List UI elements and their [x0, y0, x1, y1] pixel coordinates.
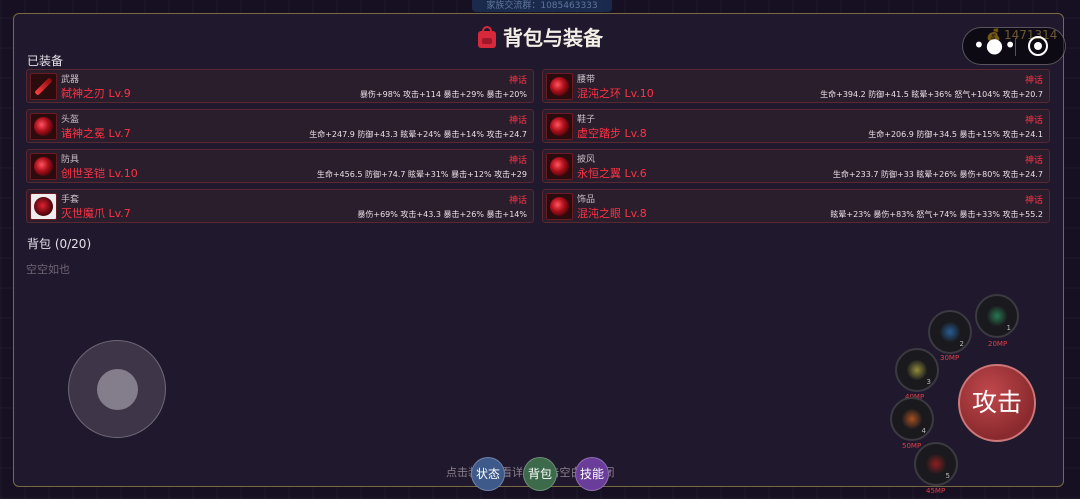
skill-mp-cost: 45MP [926, 487, 946, 495]
joystick-knob[interactable] [97, 369, 138, 410]
skill-icon [902, 409, 922, 429]
equipment-rarity: 神话 [1024, 116, 1043, 126]
equipment-stats: 生命+233.7 防御+33 眩晕+26% 暴伤+80% 攻击+24.7 [832, 170, 1043, 179]
equipment-rarity: 神话 [508, 156, 527, 166]
equipment-name: 创世圣铠 Lv.10 [61, 167, 138, 180]
cape-icon [546, 153, 573, 180]
equipment-rarity: 神话 [1024, 156, 1043, 166]
skill-mp-cost: 20MP [988, 340, 1008, 348]
equipment-name: 弑神之刃 Lv.9 [61, 87, 131, 100]
blade-icon [30, 73, 57, 100]
equipment-name: 虚空踏步 Lv.8 [577, 127, 647, 140]
helmet-icon [30, 113, 57, 140]
boots-icon [546, 113, 573, 140]
equipment-stats: 暴伤+69% 攻击+43.3 暴击+26% 暴击+14% [357, 210, 527, 219]
tab-backpack[interactable]: 背包 [523, 457, 557, 491]
equipment-stats: 生命+206.9 防御+34.5 暴击+15% 攻击+24.1 [868, 130, 1043, 139]
equipment-slot[interactable]: 披风永恒之翼 Lv.6 神话生命+233.7 防御+33 眩晕+26% 暴伤+80… [542, 149, 1050, 183]
skill-number: 3 [926, 378, 931, 386]
equipment-rarity: 神话 [1024, 196, 1043, 206]
skill-button-4[interactable]: 4 [890, 397, 934, 441]
equipment-name: 混沌之环 Lv.10 [577, 87, 654, 100]
equipment-stats: 生命+247.9 防御+43.3 眩晕+24% 暴击+14% 攻击+24.7 [309, 130, 527, 139]
equipment-type: 腰带 [577, 75, 596, 85]
equipped-section-label: 已装备 [27, 54, 64, 68]
equipment-name: 诸神之冕 Lv.7 [61, 127, 131, 140]
tab-status[interactable]: 状态 [471, 457, 505, 491]
skill-number: 4 [921, 427, 926, 435]
more-menu-icon[interactable]: •●• [973, 35, 1016, 55]
tab-skills[interactable]: 技能 [575, 457, 609, 491]
skill-icon [987, 306, 1007, 326]
equipment-rarity: 神话 [508, 76, 527, 86]
equipment-rarity: 神话 [1024, 76, 1043, 86]
equipment-type: 饰品 [577, 195, 596, 205]
equipment-type: 防具 [61, 155, 80, 165]
skill-button-5[interactable]: 5 [914, 442, 958, 486]
skill-button-3[interactable]: 3 [895, 348, 939, 392]
equipment-rarity: 神话 [508, 196, 527, 206]
virtual-joystick[interactable] [68, 340, 166, 438]
skill-button-1[interactable]: 1 [975, 294, 1019, 338]
panel-header: 背包与装备 [0, 22, 1080, 52]
empty-backpack-text: 空空如也 [26, 263, 70, 276]
equipment-slot[interactable]: 头盔诸神之冕 Lv.7 神话生命+247.9 防御+43.3 眩晕+24% 暴击+… [26, 109, 534, 143]
miniprogram-capsule: •●• [962, 27, 1066, 65]
equipment-stats: 眩晕+23% 暴伤+83% 怒气+74% 暴击+33% 攻击+55.2 [830, 210, 1043, 219]
equipment-stats: 生命+456.5 防御+74.7 眩晕+31% 暴击+12% 攻击+29 [316, 170, 527, 179]
equipment-type: 披风 [577, 155, 596, 165]
skill-mp-cost: 30MP [940, 354, 960, 362]
equipment-slot[interactable]: 腰带混沌之环 Lv.10 神话生命+394.2 防御+41.5 眩晕+36% 怒气… [542, 69, 1050, 103]
skill-number: 1 [1006, 324, 1011, 332]
armor-icon [30, 153, 57, 180]
panel-title: 背包与装备 [477, 22, 603, 51]
equipment-type: 手套 [61, 195, 80, 205]
equipment-slot[interactable]: 饰品混沌之眼 Lv.8 神话眩晕+23% 暴伤+83% 怒气+74% 暴击+33%… [542, 189, 1050, 223]
attack-button[interactable]: 攻击 [958, 364, 1036, 442]
skill-button-2[interactable]: 2 [928, 310, 972, 354]
close-target-icon[interactable] [1028, 36, 1048, 56]
equipment-stats: 生命+394.2 防御+41.5 眩晕+36% 怒气+104% 攻击+20.7 [820, 90, 1043, 99]
equipment-slot[interactable]: 防具创世圣铠 Lv.10 神话生命+456.5 防御+74.7 眩晕+31% 暴击… [26, 149, 534, 183]
gloves-icon [30, 193, 57, 220]
equipment-slot[interactable]: 鞋子虚空踏步 Lv.8 神话生命+206.9 防御+34.5 暴击+15% 攻击+… [542, 109, 1050, 143]
backpack-section-label: 背包 (0/20) [27, 237, 92, 251]
skill-number: 5 [945, 472, 950, 480]
equipment-type: 头盔 [61, 115, 80, 125]
skill-icon [940, 322, 960, 342]
equipment-name: 混沌之眼 Lv.8 [577, 207, 647, 220]
equipment-slot[interactable]: 武器弑神之刃 Lv.9 神话暴伤+98% 攻击+114 暴击+29% 暴击+20% [26, 69, 534, 103]
equipment-type: 武器 [61, 75, 80, 85]
equipment-rarity: 神话 [508, 116, 527, 126]
accessory-icon [546, 193, 573, 220]
equipment-name: 灭世魔爪 Lv.7 [61, 207, 131, 220]
equipment-name: 永恒之翼 Lv.6 [577, 167, 647, 180]
belt-icon [546, 73, 573, 100]
backpack-icon [477, 25, 497, 48]
skill-number: 2 [959, 340, 964, 348]
equipment-type: 鞋子 [577, 115, 596, 125]
skill-icon [907, 360, 927, 380]
equipment-slot[interactable]: 手套灭世魔爪 Lv.7 神话暴伤+69% 攻击+43.3 暴击+26% 暴击+14… [26, 189, 534, 223]
equipment-stats: 暴伤+98% 攻击+114 暴击+29% 暴击+20% [359, 90, 527, 99]
skill-icon [926, 454, 946, 474]
panel-title-text: 背包与装备 [503, 26, 603, 50]
top-banner: 家族交流群：1085463333 [472, 0, 612, 12]
